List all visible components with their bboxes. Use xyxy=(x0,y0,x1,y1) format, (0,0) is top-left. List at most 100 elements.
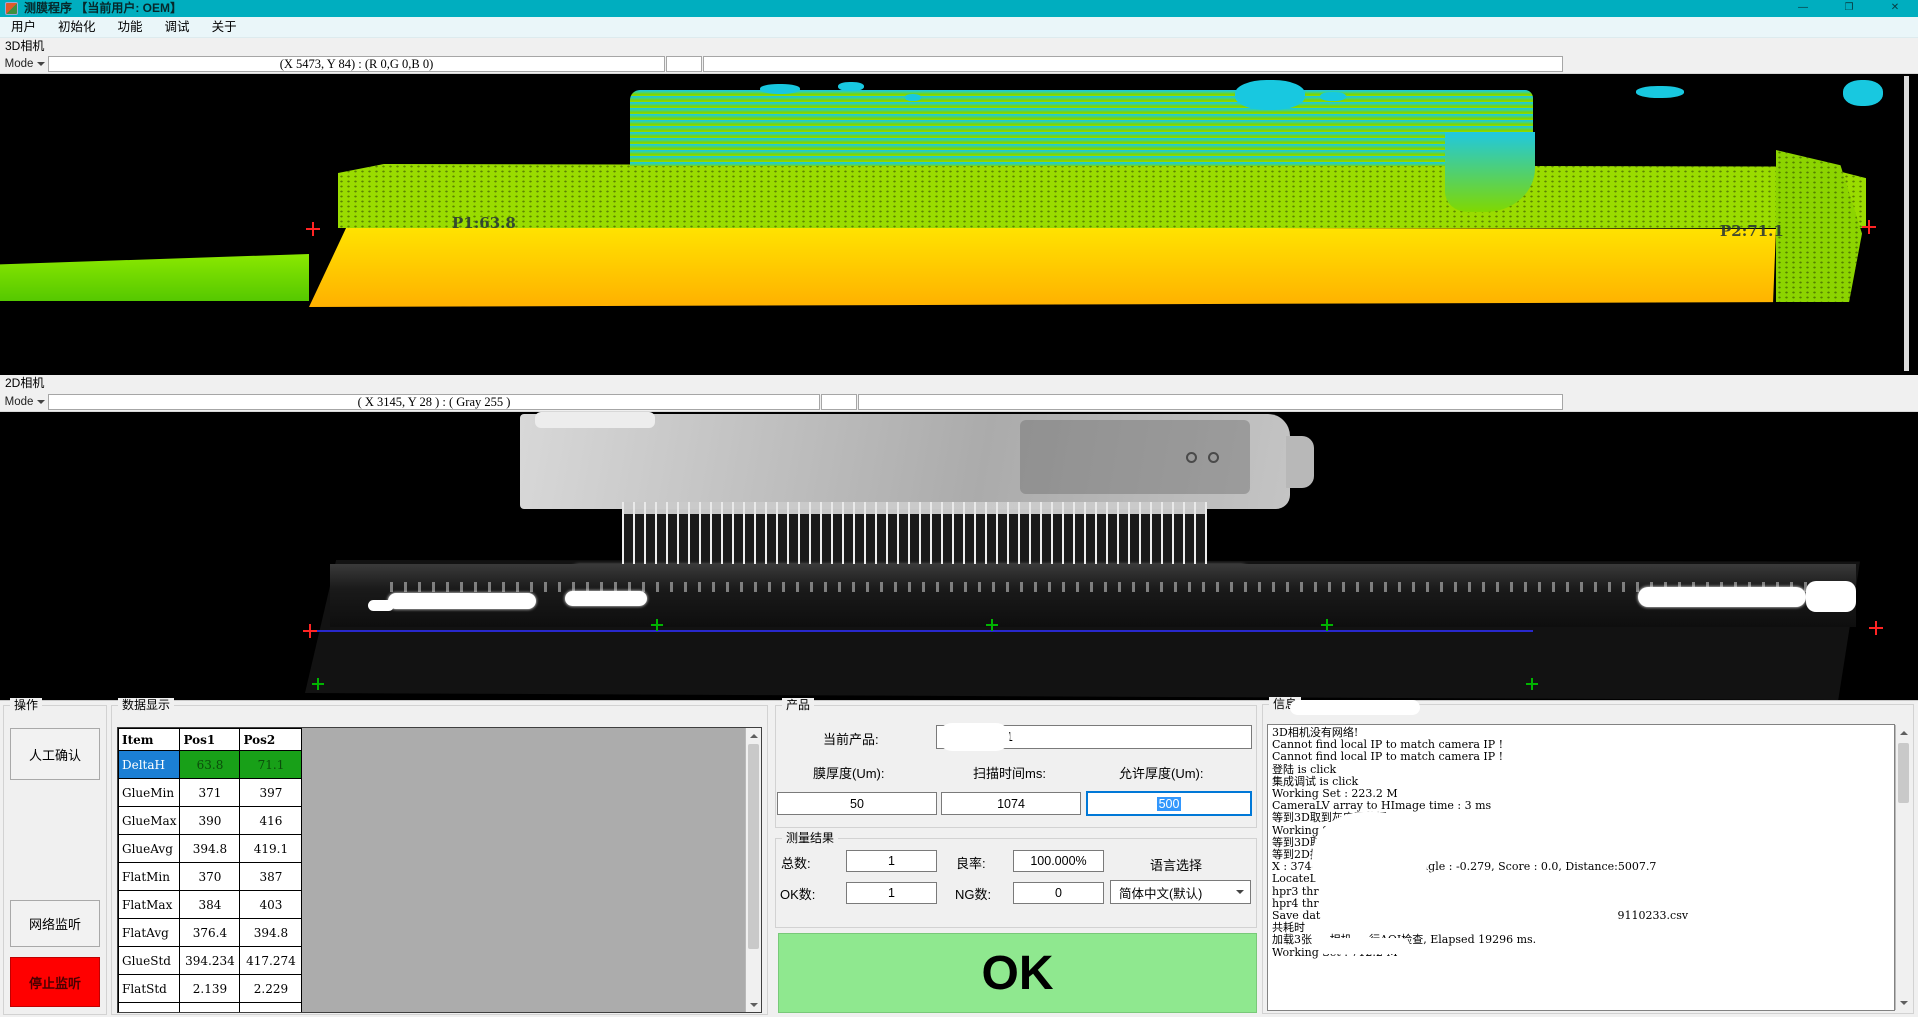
glue-blob xyxy=(368,600,394,611)
edge-cross-right xyxy=(1869,621,1883,635)
close-icon[interactable]: ✕ xyxy=(1872,0,1918,17)
measure-point-cross xyxy=(651,619,663,631)
measure-line xyxy=(315,630,1533,632)
film-thickness-field[interactable]: 50 xyxy=(777,792,937,815)
pcb-hole xyxy=(1186,452,1197,463)
glue-blob xyxy=(388,593,536,609)
table-row: DeltaH 63.8 71.1 xyxy=(119,751,302,779)
grid-scrollbar-thumb[interactable] xyxy=(748,744,759,949)
debris-blob xyxy=(838,82,864,91)
redaction-smudge xyxy=(1290,700,1420,715)
maximize-icon[interactable]: ❐ xyxy=(1826,0,1872,17)
pcb-hole xyxy=(1208,452,1219,463)
pcb-tab xyxy=(1286,436,1314,488)
table-row: GlueMax 390 416 xyxy=(119,807,302,835)
camera3d-pixel-readout: (X 5473, Y 84) : (R 0,G 0,B 0) xyxy=(48,56,665,72)
grid-scrollbar[interactable] xyxy=(745,728,761,1012)
edge-cross-left xyxy=(303,624,317,638)
glue-blob xyxy=(565,591,647,606)
measure-point-cross xyxy=(986,619,998,631)
ok-count-label: OK数: xyxy=(780,887,815,902)
camera3d-section-strip: 3D相机 xyxy=(0,38,1918,55)
measurement-grid: Item Pos1 Pos2 DeltaH 63.8 71.1 GlueMin … xyxy=(117,727,762,1013)
minimize-icon[interactable]: — xyxy=(1780,0,1826,17)
camera3d-mode-button[interactable]: Mode xyxy=(2,56,48,72)
ok-count-field[interactable]: 1 xyxy=(846,882,937,904)
table-row: GlueMin 371 397 xyxy=(119,779,302,807)
pcb-glare xyxy=(535,412,655,428)
debris-blob xyxy=(1843,80,1883,106)
scroll-down-icon[interactable] xyxy=(1896,995,1911,1010)
chevron-down-icon xyxy=(37,400,45,408)
data-display-group-label: 数据显示 xyxy=(118,698,174,712)
stop-listen-button[interactable]: 停止监听 xyxy=(10,957,100,1007)
measure-point-cross xyxy=(312,678,324,690)
yield-label: 良率: xyxy=(956,856,986,871)
camera3d-mode-bar: Mode (X 5473, Y 84) : (R 0,G 0,B 0) xyxy=(0,55,1918,74)
glue-blob xyxy=(1638,587,1806,607)
connector-top-edge xyxy=(622,502,1207,514)
title-bar: 测膜程序 【当前用户: OEM】 — ❐ ✕ xyxy=(0,0,1918,17)
operation-group-label: 操作 xyxy=(10,698,42,712)
camera2d-section-label: 2D相机 xyxy=(5,376,44,391)
col-item: Item xyxy=(119,729,180,751)
col-pos1: Pos1 xyxy=(180,729,240,751)
ng-count-field[interactable]: 0 xyxy=(1013,882,1104,904)
glue-blob xyxy=(1806,581,1856,612)
menu-function[interactable]: 功能 xyxy=(107,17,154,37)
language-select-label: 语言选择 xyxy=(1150,858,1202,873)
menu-initialize[interactable]: 初始化 xyxy=(47,17,107,37)
selected-text: 500 xyxy=(1157,797,1182,811)
table-header-row: Item Pos1 Pos2 xyxy=(119,729,302,751)
log-line: 登陆 is click xyxy=(1272,764,1890,776)
camera3d-section-label: 3D相机 xyxy=(5,39,44,54)
debris-blob xyxy=(905,94,921,101)
chevron-down-icon xyxy=(1236,890,1244,898)
heightmap-upper-step xyxy=(630,90,1533,166)
log-line: Save dat 9110233.csv xyxy=(1272,910,1890,922)
debris-blob xyxy=(1235,80,1305,110)
allowed-thickness-field[interactable]: 500 xyxy=(1086,791,1252,816)
camera2d-toolbar-box2 xyxy=(858,394,1563,410)
debris-blob xyxy=(1320,92,1346,101)
menu-user[interactable]: 用户 xyxy=(0,17,47,37)
scroll-down-icon[interactable] xyxy=(746,997,761,1012)
redaction-smudge xyxy=(1424,871,1844,896)
measure-point-cross xyxy=(1321,619,1333,631)
heightmap-base-block xyxy=(309,226,1776,307)
debris-blob xyxy=(760,84,800,94)
manual-confirm-button[interactable]: 人工确认 xyxy=(10,728,100,780)
measurement-table: Item Pos1 Pos2 DeltaH 63.8 71.1 GlueMin … xyxy=(118,728,302,1013)
log-scrollbar[interactable] xyxy=(1895,725,1911,1010)
camera2d-pixel-readout: ( X 3145, Y 28 ) : ( Gray 255 ) xyxy=(48,394,820,410)
scan-time-field[interactable]: 1074 xyxy=(941,792,1081,815)
menu-bar: 用户 初始化 功能 调试 关于 xyxy=(0,17,1918,38)
redaction-smudge xyxy=(1312,812,1427,910)
app-window: 测膜程序 【当前用户: OEM】 — ❐ ✕ 用户 初始化 功能 调试 关于 3… xyxy=(0,0,1918,1017)
scroll-up-icon[interactable] xyxy=(746,728,761,743)
yield-field[interactable]: 100.000% xyxy=(1013,850,1104,872)
table-row: FlatMin 370 387 xyxy=(119,863,302,891)
table-row: FlatAvg 376.4 394.8 xyxy=(119,919,302,947)
total-field[interactable]: 1 xyxy=(846,850,937,872)
total-label: 总数: xyxy=(781,856,811,871)
app-icon xyxy=(5,2,18,15)
film-thickness-label: 膜厚度(Um): xyxy=(813,766,885,781)
language-dropdown[interactable]: 简体中文(默认) xyxy=(1110,880,1251,904)
heightmap-right-end xyxy=(1776,150,1862,302)
menu-debug[interactable]: 调试 xyxy=(154,17,201,37)
network-listen-button[interactable]: 网络监听 xyxy=(10,900,100,947)
menu-about[interactable]: 关于 xyxy=(201,17,248,37)
current-product-label: 当前产品: xyxy=(823,732,879,747)
camera3d-viewport[interactable]: P1:63.8 P2:71.1 xyxy=(0,74,1918,375)
result-status-banner: OK xyxy=(778,933,1257,1013)
window-title: 测膜程序 【当前用户: OEM】 xyxy=(24,0,182,17)
heightmap-mid-band xyxy=(338,164,1866,228)
scan-time-label: 扫描时间ms: xyxy=(973,766,1046,781)
camera2d-viewport[interactable] xyxy=(0,412,1918,700)
results-group-label: 测量结果 xyxy=(782,831,838,845)
log-scrollbar-thumb[interactable] xyxy=(1898,743,1909,803)
camera2d-mode-button[interactable]: Mode xyxy=(2,394,48,410)
scroll-up-icon[interactable] xyxy=(1896,725,1911,740)
viewport-edge-line xyxy=(1904,76,1909,371)
